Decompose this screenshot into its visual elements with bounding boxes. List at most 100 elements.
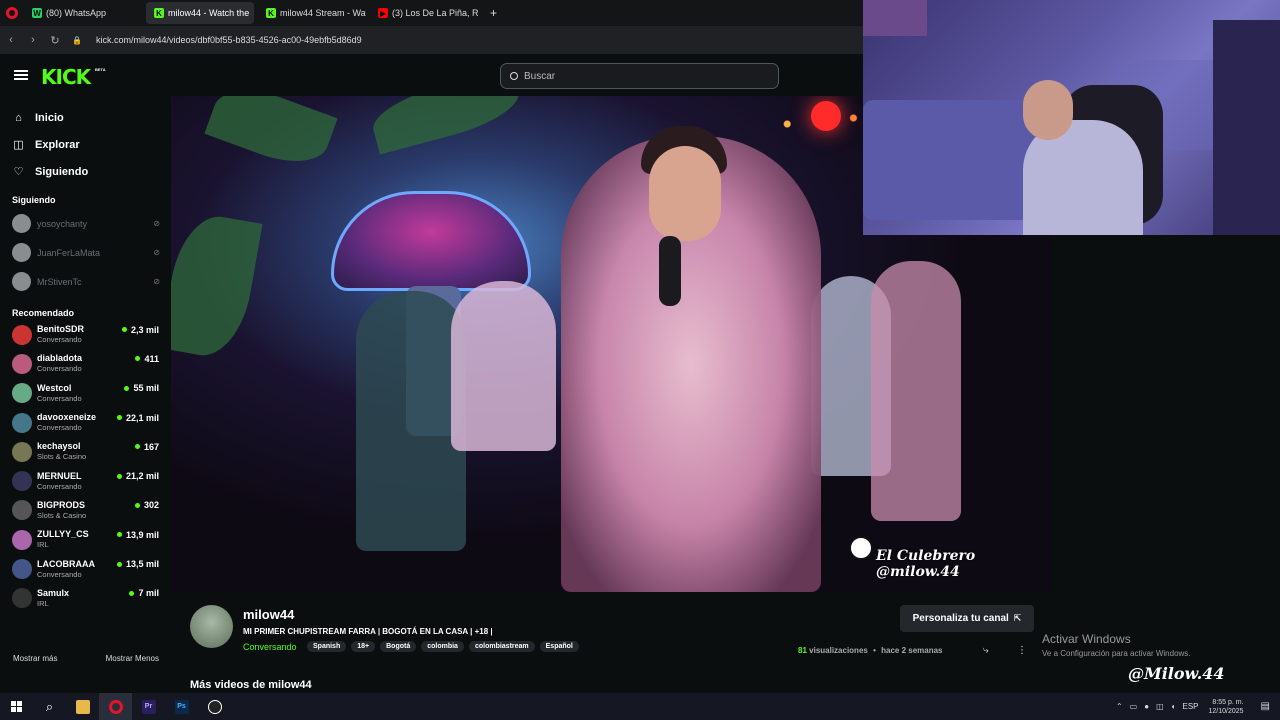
search-taskbar-icon[interactable]: ⌕ <box>33 693 66 720</box>
obs-icon[interactable] <box>198 693 231 720</box>
channel-category: Conversando <box>37 569 82 579</box>
offline-icon: ⊘ <box>153 277 160 286</box>
back-icon[interactable]: ‹ <box>0 34 22 46</box>
recommended-item[interactable]: diabladota Conversando 411 <box>0 349 172 378</box>
recommended-item[interactable]: ZULLYY_CS IRL 13,9 mil <box>0 525 172 554</box>
door <box>1213 20 1280 235</box>
live-dot-icon <box>116 473 122 479</box>
tag-pill[interactable]: Bogotá <box>380 641 417 652</box>
streamer-head <box>1023 80 1073 140</box>
viewer-count: 21,2 mil <box>116 471 159 482</box>
search-placeholder: Buscar <box>524 70 556 82</box>
file-explorer-icon[interactable] <box>66 693 99 720</box>
channel-name[interactable]: milow44 <box>243 607 294 622</box>
avatar <box>12 588 32 609</box>
compass-icon: ◫ <box>13 139 24 151</box>
notification-icon[interactable]: ▤ <box>1261 701 1270 712</box>
sidebar-item-explorar[interactable]: ◫ Explorar <box>0 131 172 158</box>
more-options-icon[interactable]: ⋮ <box>1017 645 1027 656</box>
following-name: yosoychanty <box>37 218 88 229</box>
language-indicator[interactable]: ESP <box>1182 702 1198 711</box>
channel-category: Conversando <box>37 335 82 345</box>
sidebar-nav: ⌂ Inicio ◫ Explorar ♡ Siguiendo <box>0 104 172 185</box>
recommended-item[interactable]: Westcol Conversando 55 mil <box>0 379 172 408</box>
recommended-item[interactable]: MERNUEL Conversando 21,2 mil <box>0 466 172 495</box>
viewer-number: 13,9 mil <box>125 529 159 540</box>
avatar <box>12 214 31 233</box>
offline-icon: ⊘ <box>153 219 160 228</box>
show-more-link[interactable]: Mostrar más <box>13 654 57 663</box>
culebrero-logo <box>849 536 873 560</box>
tag-pill[interactable]: Spanish <box>307 641 347 652</box>
viewer-number: 21,2 mil <box>125 471 159 482</box>
following-name: MrStivenTc <box>37 276 82 287</box>
customize-channel-button[interactable]: Personaliza tu canal ⇱ <box>900 605 1034 632</box>
following-item[interactable]: yosoychanty ⊘ <box>0 209 172 238</box>
live-dot-icon <box>134 502 140 508</box>
premiere-icon[interactable]: Pr <box>132 693 165 720</box>
viewer-count: 167 <box>134 442 159 452</box>
viewer-count: 2,3 mil <box>121 325 159 335</box>
recommended-item[interactable]: BIGPRODS Slots & Casino 302 <box>0 496 172 525</box>
live-dot-icon <box>124 385 130 391</box>
tag-pill[interactable]: 18+ <box>351 641 376 652</box>
opera-icon[interactable] <box>6 7 18 19</box>
heart-icon: ♡ <box>13 166 24 178</box>
url-field[interactable]: kick.com/milow44/videos/dbf0bf55-b835-45… <box>96 35 362 45</box>
recommended-item[interactable]: davooxeneize Conversando 22,1 mil <box>0 408 172 437</box>
video-category[interactable]: Conversando <box>243 642 297 652</box>
battery-icon[interactable]: ▭ <box>1130 702 1138 711</box>
tab-label: (3) Los De La Piña, Ryan C <box>392 8 478 18</box>
browser-tab[interactable]: ▶(3) Los De La Piña, Ryan C× <box>370 2 478 24</box>
following-item[interactable]: MrStivenTc ⊘ <box>0 267 172 296</box>
leaf-decoration <box>204 96 338 175</box>
avatar <box>12 324 32 345</box>
tag-pill[interactable]: colombiastream <box>468 641 535 652</box>
channel-text: diabladota Conversando <box>37 353 135 374</box>
kick-logo[interactable]: KICK <box>41 65 91 89</box>
new-tab-button[interactable]: + <box>482 2 505 24</box>
channel-avatar[interactable] <box>190 605 233 648</box>
recommended-item[interactable]: BenitoSDR Conversando 2,3 mil <box>0 320 172 349</box>
network-icon[interactable]: ◫ <box>1156 702 1164 711</box>
tag-pill[interactable]: colombia <box>421 641 464 652</box>
avatar <box>12 559 32 580</box>
browser-tab[interactable]: Kmilow44 Stream - Watch× <box>258 2 366 24</box>
viewer-count: 13,9 mil <box>116 529 159 540</box>
viewer-number: 411 <box>144 353 159 364</box>
volume-icon[interactable]: ◖ <box>1171 702 1176 711</box>
viewer-number: 55 mil <box>133 383 159 394</box>
show-less-link[interactable]: Mostrar Menos <box>106 654 159 663</box>
viewer-number: 22,1 mil <box>125 412 159 423</box>
chevron-up-icon[interactable]: ⌃ <box>1116 702 1123 711</box>
leaf-decoration <box>367 96 525 155</box>
opera-taskbar-icon[interactable] <box>99 693 132 720</box>
mic-icon[interactable]: ● <box>1144 702 1149 711</box>
clock[interactable]: 8:55 p. m. 12/10/2025 <box>1209 698 1244 716</box>
channel-name: LACOBRAAA <box>37 558 95 569</box>
tag-list: Spanish 18+ Bogotá colombia colombiastream Es… <box>307 641 584 652</box>
recommended-item[interactable]: kechaysol Slots & Casino 167 <box>0 437 172 466</box>
following-item[interactable]: JuanFerLaMata ⊘ <box>0 238 172 267</box>
sidebar-item-siguiendo[interactable]: ♡ Siguiendo <box>0 158 172 185</box>
live-dot-icon <box>129 590 135 596</box>
browser-tab[interactable]: W (80) WhatsApp <box>24 2 142 24</box>
tag-pill[interactable]: Español <box>539 641 579 652</box>
channel-text: BIGPRODS Slots & Casino <box>37 500 135 521</box>
recommended-item[interactable]: Samulx IRL 7 mil <box>0 584 172 613</box>
start-button[interactable] <box>0 693 33 720</box>
channel-text: davooxeneize Conversando <box>37 412 117 433</box>
menu-icon[interactable] <box>14 70 28 80</box>
sidebar-item-inicio[interactable]: ⌂ Inicio <box>0 104 172 131</box>
tab-list: W(80) WhatsAppKmilow44 - Watch the×Kmilo… <box>24 2 482 24</box>
photoshop-icon[interactable]: Ps <box>165 693 198 720</box>
share-icon[interactable]: ⤷ <box>983 645 989 656</box>
recommended-item[interactable]: LACOBRAAA Conversando 13,5 mil <box>0 554 172 583</box>
live-dot-icon <box>116 415 122 421</box>
viewer-number: 13,5 mil <box>125 559 159 570</box>
browser-tab[interactable]: Kmilow44 - Watch the× <box>146 2 254 24</box>
reload-icon[interactable]: ↻ <box>44 34 66 47</box>
tab-favicon-icon: W <box>32 8 42 18</box>
search-input[interactable]: Buscar <box>500 63 779 89</box>
forward-icon[interactable]: › <box>22 34 44 46</box>
